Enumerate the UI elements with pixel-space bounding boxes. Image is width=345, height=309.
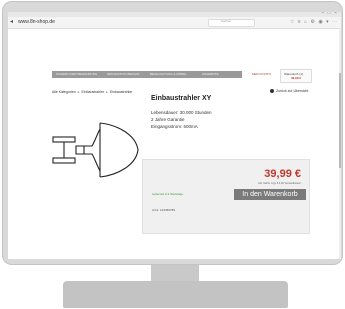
buy-box: 39,99 € inkl. MwSt. zzgl. € 4,90 Versand… (142, 159, 310, 234)
feature-list: Lebensdauer: 30.000 Stunden 2 Jahre Gara… (151, 109, 212, 130)
breadcrumb-item[interactable]: Alle Kategorien (52, 90, 76, 94)
monitor-frame: – □ × ◂ www.8n-shop.de Suchen ☆ ≡ ⌂ ⚙ ◉ … (2, 1, 343, 265)
product-title: Einbaustrahler XY (151, 95, 212, 102)
mini-cart-total: 39,99 € (291, 76, 302, 80)
feature-item: Lebensdauer: 30.000 Stunden (151, 110, 212, 115)
scrollbar[interactable] (339, 28, 341, 259)
product-price: 39,99 € (264, 168, 301, 180)
feature-item: Eingangsstrom: 600mA (151, 124, 198, 129)
nav-item-3[interactable]: BELEUCHTUNG & MÖBEL (150, 72, 187, 76)
scroll-thumb[interactable] (339, 73, 341, 168)
back-to-overview-label: Zurück zur Übersicht (276, 89, 309, 93)
browser-search-input[interactable]: Suchen (208, 19, 255, 27)
nav-item-1[interactable]: SICHERN DER BEWAHRUNG (56, 72, 97, 76)
browser-screen: – □ × ◂ www.8n-shop.de Suchen ☆ ≡ ⌂ ⚙ ◉ … (8, 12, 341, 259)
window-controls[interactable]: – □ × (322, 12, 339, 16)
breadcrumb-item[interactable]: Einbaustrahler (82, 90, 105, 94)
breadcrumb: Alle Kategorien ▸ Einbaustrahler ▸ Einbaustr… (52, 90, 132, 94)
back-circle-icon (270, 89, 274, 93)
search-placeholder: Suchen (221, 19, 232, 23)
shop-nav-bar: SICHERN DER BEWAHRUNG DEKORATION BEDARF … (52, 71, 242, 78)
product-image (52, 122, 139, 178)
delivery-status: Lieferzeit 2-3 Werktage (152, 192, 183, 196)
add-to-cart-button[interactable]: In den Warenkorb (234, 189, 306, 200)
my-account-link[interactable]: MEIN KONTO (252, 72, 271, 76)
article-number: Artnr. 123456789 (152, 208, 176, 212)
monitor-neck (151, 265, 199, 281)
back-arrow-icon[interactable]: ◂ (10, 18, 13, 27)
url-field[interactable]: www.8n-shop.de (18, 18, 55, 27)
nav-item-2[interactable]: DEKORATION BEDARF (107, 72, 140, 76)
chevron-right-icon: ▸ (106, 90, 108, 94)
monitor-base (63, 281, 288, 308)
back-to-overview-link[interactable]: Zurück zur Übersicht (270, 89, 308, 93)
price-note: inkl. MwSt. zzgl. € 4,90 Versandkosten (258, 182, 301, 185)
browser-toolbar-icons[interactable]: ☆ ≡ ⌂ ⚙ ◉ ▾ ⋯ (290, 17, 338, 27)
address-bar: ◂ www.8n-shop.de Suchen ☆ ≡ ⌂ ⚙ ◉ ▾ ⋯ (8, 17, 341, 29)
mini-cart[interactable]: Warenkorb (1) 39,99 € (280, 69, 312, 83)
nav-item-4[interactable]: ANGEBOTE (202, 72, 219, 76)
chevron-right-icon: ▸ (77, 90, 80, 94)
feature-item: 2 Jahre Garantie (151, 117, 185, 122)
breadcrumb-item[interactable]: Einbaustrahler (110, 90, 133, 94)
